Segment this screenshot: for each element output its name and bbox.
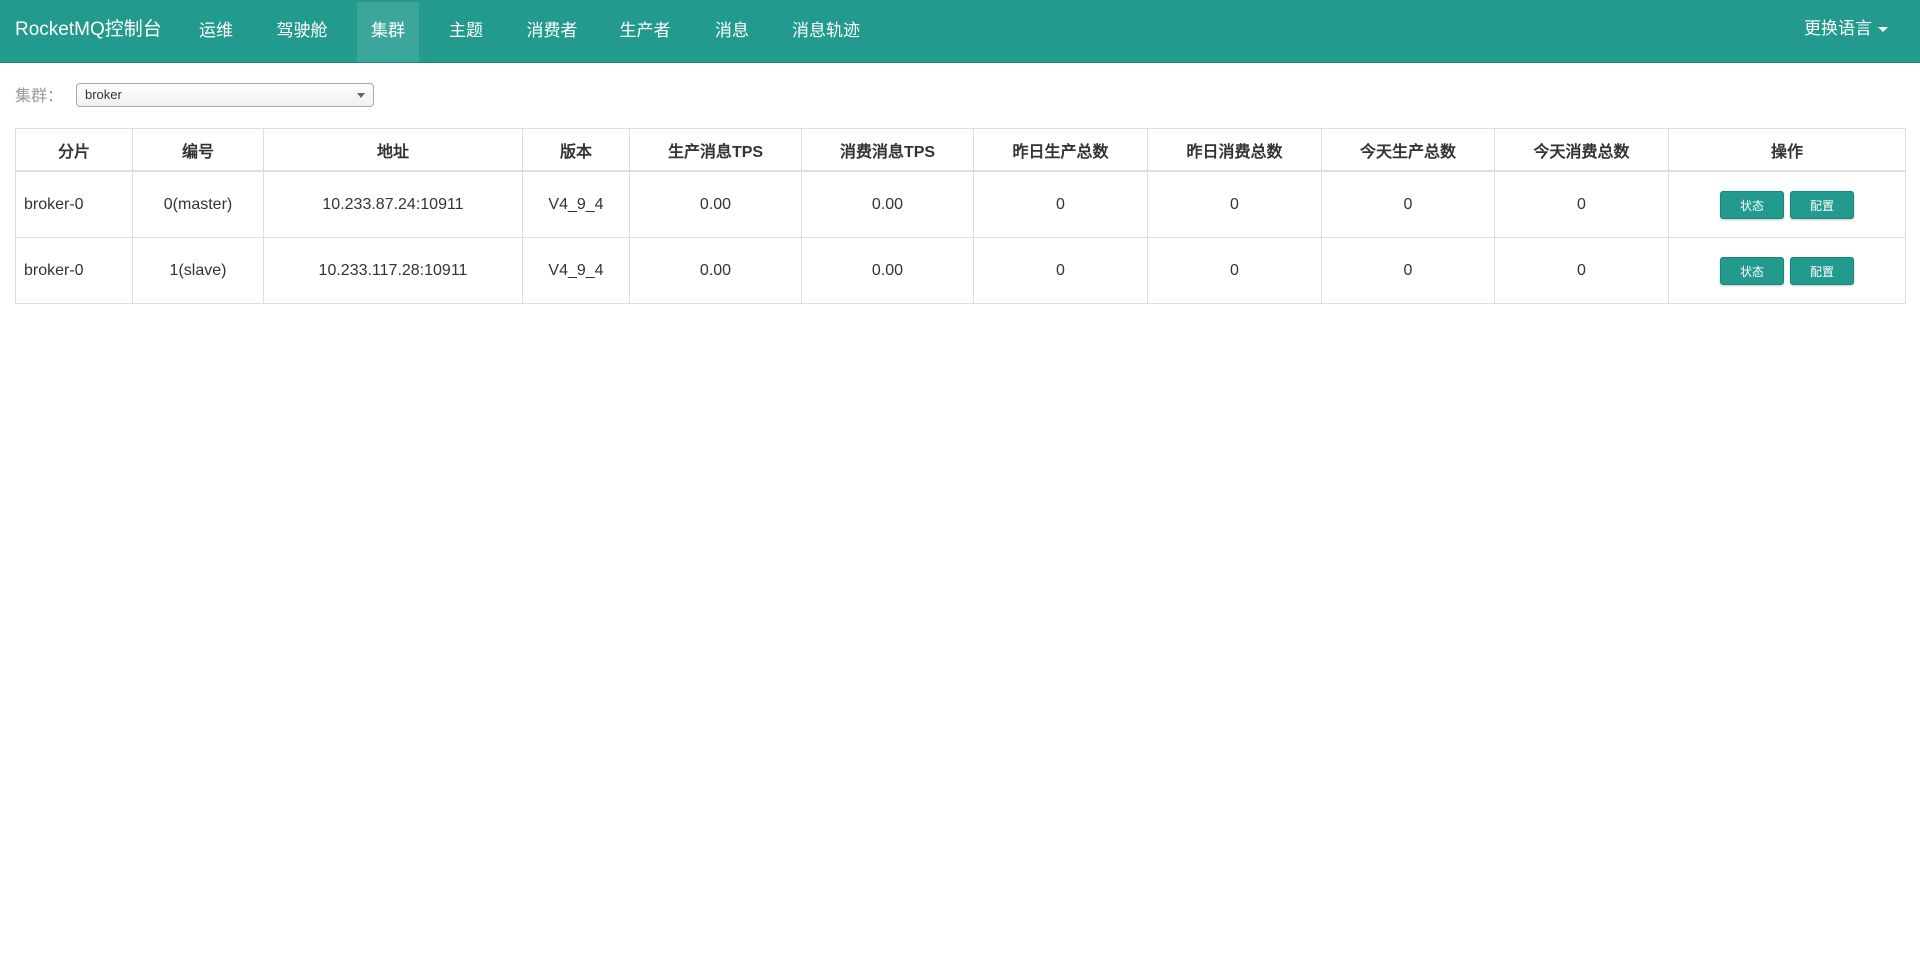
language-dropdown[interactable]: 更换语言 bbox=[1804, 0, 1888, 62]
cluster-select[interactable]: broker bbox=[76, 83, 374, 107]
cell-yesterday-produce: 0 bbox=[973, 170, 1148, 238]
brand-title[interactable]: RocketMQ控制台 bbox=[15, 0, 162, 62]
column-header-shard: 分片 bbox=[15, 128, 133, 172]
cell-today-produce: 0 bbox=[1321, 170, 1495, 238]
status-button[interactable]: 状态 bbox=[1720, 256, 1784, 285]
table-row: broker-0 0(master) 10.233.87.24:10911 V4… bbox=[15, 170, 1906, 238]
nav-item-message-trace[interactable]: 消息轨迹 bbox=[780, 2, 872, 62]
cell-id: 0(master) bbox=[132, 170, 264, 238]
cell-version: V4_9_4 bbox=[522, 237, 630, 304]
cell-address: 10.233.87.24:10911 bbox=[263, 170, 523, 238]
cell-consume-tps: 0.00 bbox=[801, 170, 974, 238]
chevron-down-icon bbox=[357, 93, 365, 98]
column-header-consume-tps: 消费消息TPS bbox=[801, 128, 974, 172]
column-header-today-produce: 今天生产总数 bbox=[1321, 128, 1495, 172]
cell-id: 1(slave) bbox=[132, 237, 264, 304]
cell-yesterday-consume: 0 bbox=[1147, 170, 1322, 238]
column-header-address: 地址 bbox=[263, 128, 523, 172]
config-button[interactable]: 配置 bbox=[1790, 190, 1854, 219]
nav-item-cluster[interactable]: 集群 bbox=[357, 2, 419, 62]
column-header-yesterday-consume: 昨日消费总数 bbox=[1147, 128, 1322, 172]
cell-shard: broker-0 bbox=[15, 170, 133, 238]
caret-down-icon bbox=[1878, 27, 1888, 33]
top-navbar: RocketMQ控制台 运维 驾驶舱 集群 主题 消费者 生产者 消息 消息轨迹… bbox=[0, 0, 1920, 63]
cell-today-consume: 0 bbox=[1494, 170, 1669, 238]
column-header-actions: 操作 bbox=[1668, 128, 1906, 172]
nav-item-topic[interactable]: 主题 bbox=[436, 2, 496, 62]
nav-item-consumer[interactable]: 消费者 bbox=[514, 2, 590, 62]
cell-produce-tps: 0.00 bbox=[629, 237, 802, 304]
table-header-row: 分片 编号 地址 版本 生产消息TPS 消费消息TPS 昨日生产总数 昨日消费总… bbox=[15, 128, 1906, 172]
cell-today-consume: 0 bbox=[1494, 237, 1669, 304]
column-header-today-consume: 今天消费总数 bbox=[1494, 128, 1669, 172]
nav-item-dashboard[interactable]: 驾驶舱 bbox=[266, 2, 338, 62]
nav-item-producer[interactable]: 生产者 bbox=[607, 2, 683, 62]
config-button[interactable]: 配置 bbox=[1790, 256, 1854, 285]
cluster-select-value: broker bbox=[85, 87, 122, 102]
status-button[interactable]: 状态 bbox=[1720, 190, 1784, 219]
cell-actions: 状态 配置 bbox=[1668, 237, 1906, 304]
cell-actions: 状态 配置 bbox=[1668, 170, 1906, 238]
cell-yesterday-produce: 0 bbox=[973, 237, 1148, 304]
cell-shard: broker-0 bbox=[15, 237, 133, 304]
cell-address: 10.233.117.28:10911 bbox=[263, 237, 523, 304]
language-label: 更换语言 bbox=[1804, 19, 1872, 38]
cluster-filter-label: 集群： bbox=[15, 88, 64, 105]
broker-table: 分片 编号 地址 版本 生产消息TPS 消费消息TPS 昨日生产总数 昨日消费总… bbox=[15, 128, 1906, 304]
cell-version: V4_9_4 bbox=[522, 170, 630, 238]
nav-item-ops[interactable]: 运维 bbox=[186, 2, 246, 62]
column-header-produce-tps: 生产消息TPS bbox=[629, 128, 802, 172]
cell-today-produce: 0 bbox=[1321, 237, 1495, 304]
cell-consume-tps: 0.00 bbox=[801, 237, 974, 304]
cell-yesterday-consume: 0 bbox=[1147, 237, 1322, 304]
column-header-id: 编号 bbox=[132, 128, 264, 172]
nav-item-message[interactable]: 消息 bbox=[702, 2, 762, 62]
column-header-version: 版本 bbox=[522, 128, 630, 172]
column-header-yesterday-produce: 昨日生产总数 bbox=[973, 128, 1148, 172]
cell-produce-tps: 0.00 bbox=[629, 170, 802, 238]
table-row: broker-0 1(slave) 10.233.117.28:10911 V4… bbox=[15, 237, 1906, 304]
